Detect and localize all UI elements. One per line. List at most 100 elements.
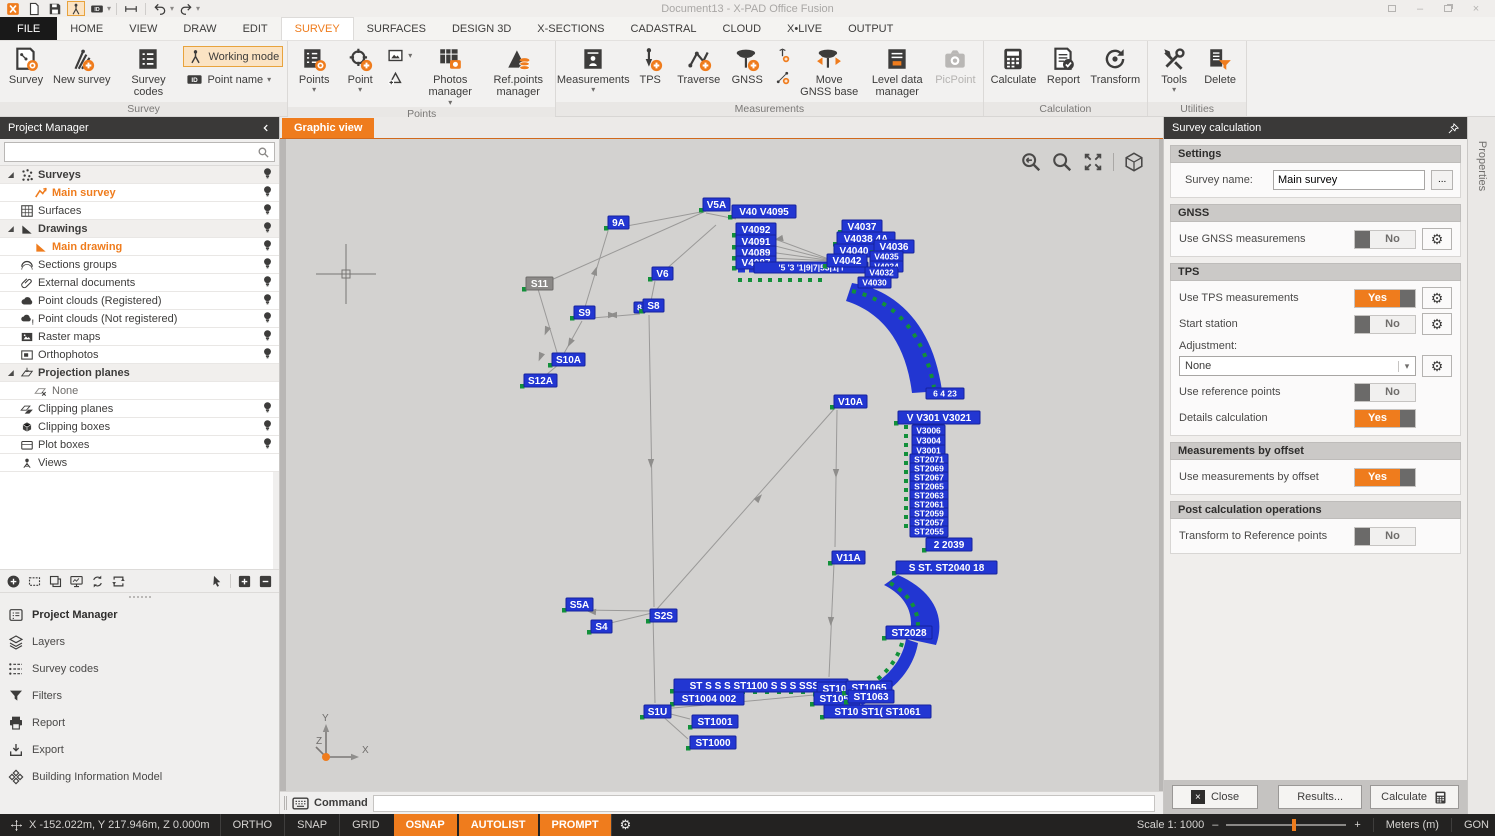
qat-distance[interactable] [122,1,140,16]
visibility-bulb-icon[interactable] [262,419,273,432]
tree-item-raster-maps[interactable]: Raster maps [0,328,279,346]
angle-unit-selector[interactable]: GON [1464,819,1489,831]
zoom-out-minus[interactable]: – [1212,819,1218,831]
restore-icon[interactable] [1441,3,1455,14]
minimize-icon[interactable]: – [1413,3,1427,14]
tree-item-clipping-boxes[interactable]: Clipping boxes [0,418,279,436]
survey-point-label[interactable]: S1U [644,705,671,718]
survey-point-label[interactable]: V4042 [827,254,867,267]
nav-item-export[interactable]: Export [0,736,279,763]
survey-point-label[interactable]: V40 V4095 [732,205,796,218]
tree-item-external-documents[interactable]: External documents [0,274,279,292]
ribbon-button-tools[interactable]: Tools ▾ [1152,43,1196,94]
pm-toolbar-copy[interactable] [48,574,63,589]
survey-point-label[interactable]: V3006 [912,425,945,436]
toggle-use-gnss-measuremens[interactable]: No [1354,230,1416,249]
menu-tab-file[interactable]: FILE [0,17,57,40]
ribbon-button-tps[interactable]: TPS [628,43,672,87]
toggle-use-tps-measurements[interactable]: Yes [1354,289,1416,308]
pm-toolbar-collapse-all[interactable] [258,574,273,589]
visibility-bulb-icon[interactable] [262,167,273,180]
settings-gear-button[interactable]: ⚙ [1422,228,1452,250]
menu-tab-surfaces[interactable]: SURFACES [354,17,439,40]
tree-item-point-clouds-not-registered[interactable]: ! Point clouds (Not registered) [0,310,279,328]
survey-point-label[interactable]: S4 [591,620,612,633]
expander-icon[interactable]: ◢ [4,225,18,233]
visibility-bulb-icon[interactable] [262,347,273,360]
tree-item-surfaces[interactable]: Surfaces [0,202,279,220]
status-toggle-grid[interactable]: GRID [339,814,392,836]
scale-slider[interactable] [1226,824,1346,826]
canvas-tool-view-3d[interactable] [1123,151,1145,173]
survey-point-label[interactable]: V V301 V3021 [898,411,980,424]
ribbon-button-delete[interactable]: Delete [1198,43,1242,87]
menu-tab-survey[interactable]: SURVEY [281,17,354,40]
settings-gear-button[interactable]: ⚙ [1422,287,1452,309]
pin-icon[interactable] [1448,123,1459,134]
search-icon[interactable] [253,146,274,159]
graphic-canvas[interactable]: 9AV5AV40 V4095V4092V4091V4089V4087'5 '3 … [286,139,1159,791]
qat-xpad-logo[interactable] [4,1,22,16]
survey-point-label[interactable]: ST1004 002 [674,692,744,705]
ribbon-button-gnss[interactable]: GNSS [725,43,769,87]
visibility-bulb-icon[interactable] [262,185,273,198]
dropdown-caret-icon[interactable]: ▾ [107,4,111,13]
menu-tab-x-sections[interactable]: X-SECTIONS [524,17,617,40]
survey-point-label[interactable]: ST2055 [910,526,948,537]
adjustment-select[interactable]: None▾ [1179,356,1416,376]
visibility-bulb-icon[interactable] [262,203,273,216]
survey-point-label[interactable]: V4035 [870,251,903,262]
tree-item-clipping-planes[interactable]: Clipping planes [0,400,279,418]
survey-point-label[interactable]: V4037 [842,220,882,233]
visibility-bulb-icon[interactable] [262,239,273,252]
survey-point-label[interactable]: S12A [524,374,557,387]
toggle-use-measurements-by-offset[interactable]: Yes [1354,468,1416,487]
survey-point-label[interactable]: S10A [552,353,585,366]
ribbon-button-point[interactable]: Point ▾ [338,43,382,94]
visibility-toggle[interactable] [262,221,273,237]
visibility-bulb-icon[interactable] [262,311,273,324]
survey-point-label[interactable]: 2 2039 [926,538,972,551]
pm-toolbar-refresh[interactable] [111,574,126,589]
settings-gear-button[interactable]: ⚙ [1422,313,1452,335]
survey-point-label[interactable]: V4092 [736,223,776,236]
survey-point-label[interactable]: ST10 ST1( ST1061 [824,705,931,718]
settings-gear-button[interactable]: ⚙ [1422,355,1452,377]
menu-tab-x-live[interactable]: X•LIVE [774,17,835,40]
nav-item-report[interactable]: Report [0,709,279,736]
status-toggle-snap[interactable]: SNAP [284,814,339,836]
visibility-toggle[interactable] [262,275,273,291]
survey-point-label[interactable]: V5A [703,198,730,211]
menu-tab-home[interactable]: HOME [57,17,116,40]
tree-item-main-drawing[interactable]: Main drawing [0,238,279,256]
canvas-tool-zoom[interactable] [1051,151,1073,173]
tree-item-sections-groups[interactable]: Sections groups [0,256,279,274]
visibility-bulb-icon[interactable] [262,329,273,342]
visibility-toggle[interactable] [262,167,273,183]
dropdown-caret-icon[interactable]: ▾ [196,4,200,13]
tree-item-projection-planes[interactable]: ◢ Projection planes [0,364,279,382]
canvas-tool-zoom-previous[interactable] [1020,151,1042,173]
menu-tab-cloud[interactable]: CLOUD [710,17,775,40]
nav-item-layers[interactable]: Layers [0,628,279,655]
visibility-toggle[interactable] [262,311,273,327]
visibility-bulb-icon[interactable] [262,293,273,306]
ribbon-button-new-survey[interactable]: New survey [50,43,113,87]
survey-point-label[interactable]: ST1000 [690,736,736,749]
ribbon-button-point-name[interactable]: IDPoint name▾ [183,70,283,89]
visibility-toggle[interactable] [262,185,273,201]
toggle-transform-to-reference-points[interactable]: No [1354,527,1416,546]
qat-point-id[interactable]: ID [88,1,106,16]
tree-item-views[interactable]: Views [0,454,279,472]
survey-point-label[interactable]: ST1001 [692,715,738,728]
survey-point-label[interactable]: ST2028 [886,626,932,639]
visibility-toggle[interactable] [262,401,273,417]
ribbon-button-traverse[interactable]: Traverse [674,43,723,87]
close-icon[interactable]: × [1469,3,1483,14]
toggle-start-station[interactable]: No [1354,315,1416,334]
tree-item-plot-boxes[interactable]: Plot boxes [0,436,279,454]
visibility-toggle[interactable] [262,203,273,219]
ribbon-button-move-gnss-base[interactable]: Move GNSS base [796,43,862,100]
ribbon-button-calculate[interactable]: Calculate [988,43,1040,87]
pm-toolbar-expand-all[interactable] [237,574,252,589]
